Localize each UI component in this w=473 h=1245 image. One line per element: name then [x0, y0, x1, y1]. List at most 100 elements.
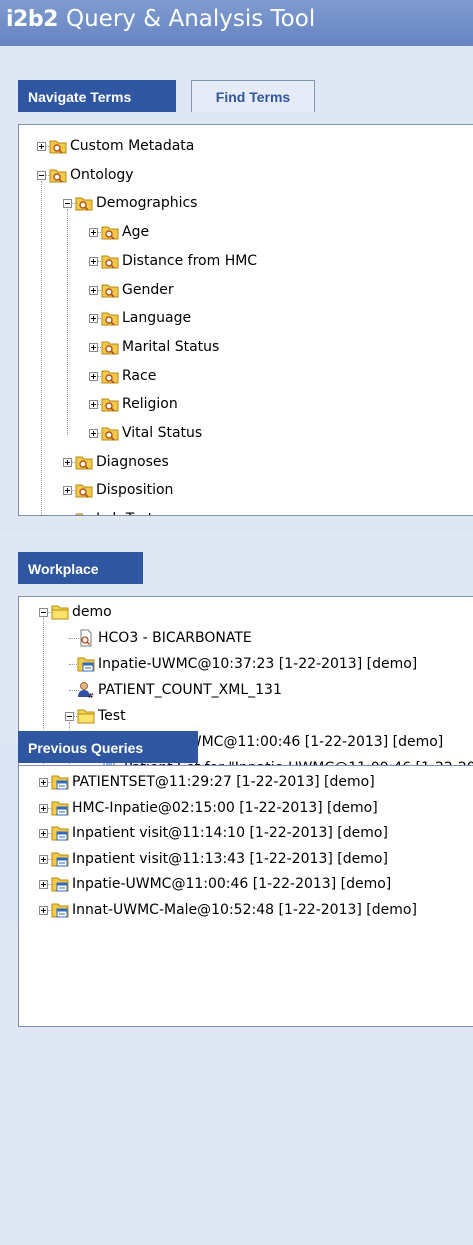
tree-node-label: Disposition [96, 482, 174, 499]
tree-node-label: PATIENT_COUNT_XML_131 [98, 682, 282, 698]
expand-plus-icon[interactable] [89, 371, 98, 381]
collapse-minus-icon[interactable] [63, 199, 72, 209]
ontology-tree-item[interactable]: Marital Status [19, 336, 473, 358]
tree-node-label: Age [122, 224, 150, 241]
tree-node-label: Ontology [70, 166, 134, 183]
workplace-tree-item[interactable]: Inpatie-UWMC@10:37:23 [1-22-2013] [demo] [19, 653, 473, 675]
ontology-tree-item[interactable]: Diagnoses [19, 451, 473, 473]
ontology-tree-item[interactable]: Lab Tests [19, 508, 473, 516]
tab-find-terms[interactable]: Find Terms [191, 80, 315, 112]
folder-search-icon [101, 367, 119, 385]
expand-plus-icon[interactable] [39, 778, 48, 787]
previous-queries-panel: PATIENTSET@11:29:27 [1-22-2013] [demo] HM… [18, 765, 473, 1027]
previous-query-item[interactable]: Inpatient visit@11:13:43 [1-22-2013] [de… [19, 848, 473, 870]
expand-plus-icon[interactable] [63, 486, 72, 496]
ontology-tree-item[interactable]: Age [19, 221, 473, 243]
tree-node-label: Distance from HMC [122, 252, 258, 269]
previous-query-item[interactable]: Inpatient visit@11:14:10 [1-22-2013] [de… [19, 822, 473, 844]
ontology-tree-item[interactable]: Race [19, 365, 473, 387]
expand-plus-icon[interactable] [89, 285, 98, 295]
app-title: Query & Analysis Tool [66, 6, 316, 32]
tab-navigate-terms[interactable]: Navigate Terms [18, 80, 176, 112]
tree-node-label: Inpatient visit@11:14:10 [1-22-2013] [de… [72, 825, 388, 841]
folder-icon [77, 707, 95, 725]
tree-node-label: Innat-UWMC-Male@10:52:48 [1-22-2013] [de… [72, 901, 417, 918]
ontology-tree-item[interactable]: Custom Metadata [19, 135, 473, 157]
expand-plus-icon[interactable] [39, 829, 48, 838]
folder-search-icon [75, 453, 93, 471]
query-icon [51, 799, 69, 817]
query-icon [51, 773, 69, 791]
folder-search-icon [49, 166, 67, 184]
previous-query-item[interactable]: Innat-UWMC-Male@10:52:48 [1-22-2013] [de… [19, 899, 473, 921]
tree-node-label: Inpatient visit@11:13:43 [1-22-2013] [de… [72, 850, 388, 867]
expand-plus-icon[interactable] [89, 429, 98, 438]
tree-node-label: Gender [122, 281, 174, 298]
folder-search-icon [101, 309, 119, 327]
tree-node-label: Demographics [96, 195, 198, 212]
query-icon [51, 850, 69, 868]
expand-plus-icon[interactable] [39, 880, 48, 889]
tab-previous-queries[interactable]: Previous Queries [18, 731, 198, 763]
ontology-tree-item[interactable]: Gender [19, 279, 473, 301]
query-icon [77, 655, 95, 673]
folder-search-icon [75, 481, 93, 499]
ontology-tree-item[interactable]: Disposition [19, 479, 473, 501]
folder-icon [51, 603, 69, 621]
ontology-tree-item[interactable]: Distance from HMC [19, 250, 473, 272]
folder-search-icon [101, 252, 119, 270]
tab-workplace[interactable]: Workplace [18, 552, 143, 584]
folder-search-icon [101, 395, 119, 413]
expand-plus-icon[interactable] [63, 515, 72, 516]
tree-node-label: HMC-Inpatie@02:15:00 [1-22-2013] [demo] [72, 799, 378, 816]
folder-search-icon [101, 281, 119, 299]
previous-query-item[interactable]: PATIENTSET@11:29:27 [1-22-2013] [demo] [19, 771, 473, 793]
expand-plus-icon[interactable] [89, 256, 98, 266]
previous-query-item[interactable]: HMC-Inpatie@02:15:00 [1-22-2013] [demo] [19, 797, 473, 819]
collapse-minus-icon[interactable] [65, 712, 74, 721]
previous-query-item[interactable]: Inpatie-UWMC@11:00:46 [1-22-2013] [demo] [19, 873, 473, 895]
navigate-terms-panel: Custom Metadata Ontology Demographics Age Di… [18, 124, 473, 516]
tree-node-label: Marital Status [122, 338, 220, 355]
collapse-minus-icon[interactable] [39, 608, 48, 617]
folder-search-icon [101, 338, 119, 356]
tree-node-label: Religion [122, 396, 178, 413]
expand-plus-icon[interactable] [39, 905, 48, 915]
tree-node-label: Custom Metadata [70, 138, 195, 154]
expand-plus-icon[interactable] [39, 854, 48, 864]
ontology-tree-item[interactable]: Demographics [19, 192, 473, 214]
folder-search-icon [75, 510, 93, 515]
tree-node-label: Vital Status [122, 425, 203, 441]
folder-search-icon [101, 223, 119, 241]
expand-plus-icon[interactable] [63, 457, 72, 467]
query-icon [51, 824, 69, 842]
tree-node-label: Inpatie-UWMC@10:37:23 [1-22-2013] [demo] [98, 656, 418, 672]
query-icon [51, 901, 69, 919]
tree-node-label: demo [72, 604, 112, 620]
expand-plus-icon[interactable] [89, 342, 98, 352]
workplace-tree-item[interactable]: demo [19, 601, 473, 623]
tree-node-label: Race [122, 367, 157, 384]
workplace-tree-item[interactable]: Test [19, 705, 473, 727]
collapse-minus-icon[interactable] [37, 170, 46, 180]
folder-search-icon [75, 194, 93, 212]
folder-search-icon [49, 137, 67, 155]
ontology-tree-item[interactable]: Ontology [19, 164, 473, 186]
ontology-tree-item[interactable]: Language [19, 307, 473, 329]
tree-node-label: Lab Tests [96, 508, 161, 515]
expand-plus-icon[interactable] [37, 142, 46, 151]
expand-plus-icon[interactable] [89, 228, 98, 238]
ontology-tree-item[interactable]: Vital Status [19, 422, 473, 444]
expand-plus-icon[interactable] [39, 803, 48, 813]
query-icon [51, 875, 69, 893]
ontology-tree-item[interactable]: Religion [19, 393, 473, 415]
workplace-tree-item[interactable]: HCO3 - BICARBONATE [19, 627, 473, 649]
expand-plus-icon[interactable] [89, 400, 98, 410]
tree-node-label: Test [98, 708, 126, 724]
document-search-icon [77, 629, 95, 647]
tree-node-label: Diagnoses [96, 453, 169, 470]
tree-node-label: Language [122, 310, 192, 327]
expand-plus-icon[interactable] [89, 314, 98, 324]
folder-search-icon [101, 424, 119, 442]
workplace-tree-item[interactable]: # PATIENT_COUNT_XML_131 [19, 679, 473, 701]
